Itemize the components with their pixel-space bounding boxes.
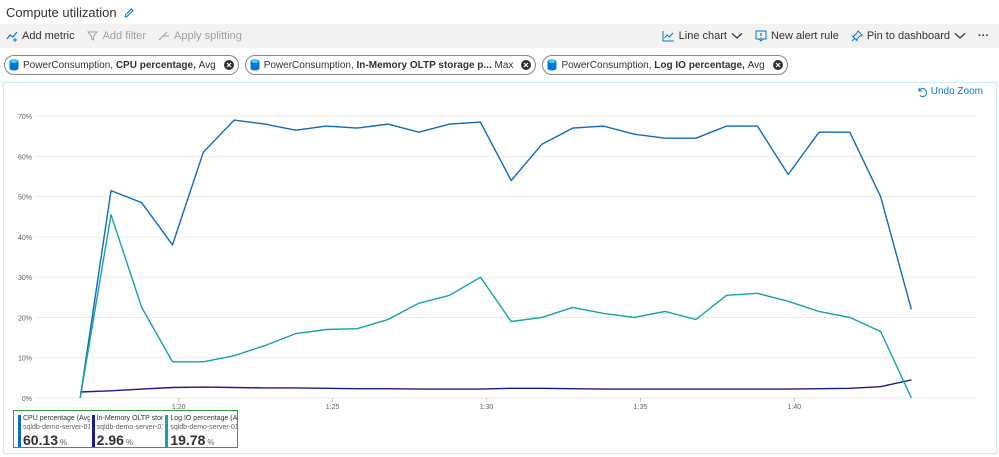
legend-unit: %: [207, 438, 215, 447]
legend-unit: %: [125, 438, 134, 447]
y-tick-label: 40%: [18, 235, 32, 242]
line-chart-plot[interactable]: 0%10%20%30%40%50%60%70%1:20 1:25 1:30 1:35 1…: [0, 0, 999, 457]
x-tick-label: 1:30: [480, 404, 494, 411]
legend-resource-name: sqldb-demo-server-01...: [96, 424, 164, 431]
legend-color-swatch: [18, 415, 21, 447]
legend-series-name: Log IO percentage (Avg): [170, 415, 238, 422]
x-tick-label: 1:40: [788, 404, 802, 411]
legend-unit: %: [60, 438, 68, 447]
legend-series-name: In-Memory OLTP stora...: [96, 415, 164, 422]
x-tick-label: 1:25: [326, 404, 340, 411]
chart-legend: CPU percentage (Avg) sqldb-demo-server-0…: [13, 410, 238, 448]
legend-item-log-io[interactable]: Log IO percentage (Avg) sqldb-demo-serve…: [163, 414, 237, 447]
legend-value: 19.78: [170, 432, 206, 447]
y-tick-label: 70%: [18, 114, 32, 121]
x-tick-label: 1:35: [634, 404, 648, 411]
legend-item-inmemory-oltp[interactable]: In-Memory OLTP stora... sqldb-demo-serve…: [90, 414, 164, 447]
legend-resource-name: sqldb-demo-server-01...: [170, 424, 238, 431]
y-tick-label: 50%: [18, 195, 32, 202]
y-tick-label: 10%: [18, 356, 32, 363]
series-line-0: [79, 119, 913, 399]
legend-resource-name: sqldb-demo-server-01...: [23, 424, 90, 431]
legend-value: 60.13: [23, 432, 59, 447]
legend-item-cpu[interactable]: CPU percentage (Avg) sqldb-demo-server-0…: [16, 414, 90, 447]
series-line-1: [80, 379, 912, 393]
legend-series-name: CPU percentage (Avg): [23, 415, 90, 422]
legend-color-swatch: [165, 415, 169, 447]
legend-value: 2.96: [96, 432, 124, 447]
y-tick-label: 60%: [18, 154, 32, 161]
y-tick-label: 30%: [18, 275, 32, 282]
y-tick-label: 20%: [18, 315, 32, 322]
series-line-2: [79, 214, 913, 399]
y-tick-label: 0%: [22, 396, 32, 403]
legend-color-swatch: [91, 415, 95, 447]
